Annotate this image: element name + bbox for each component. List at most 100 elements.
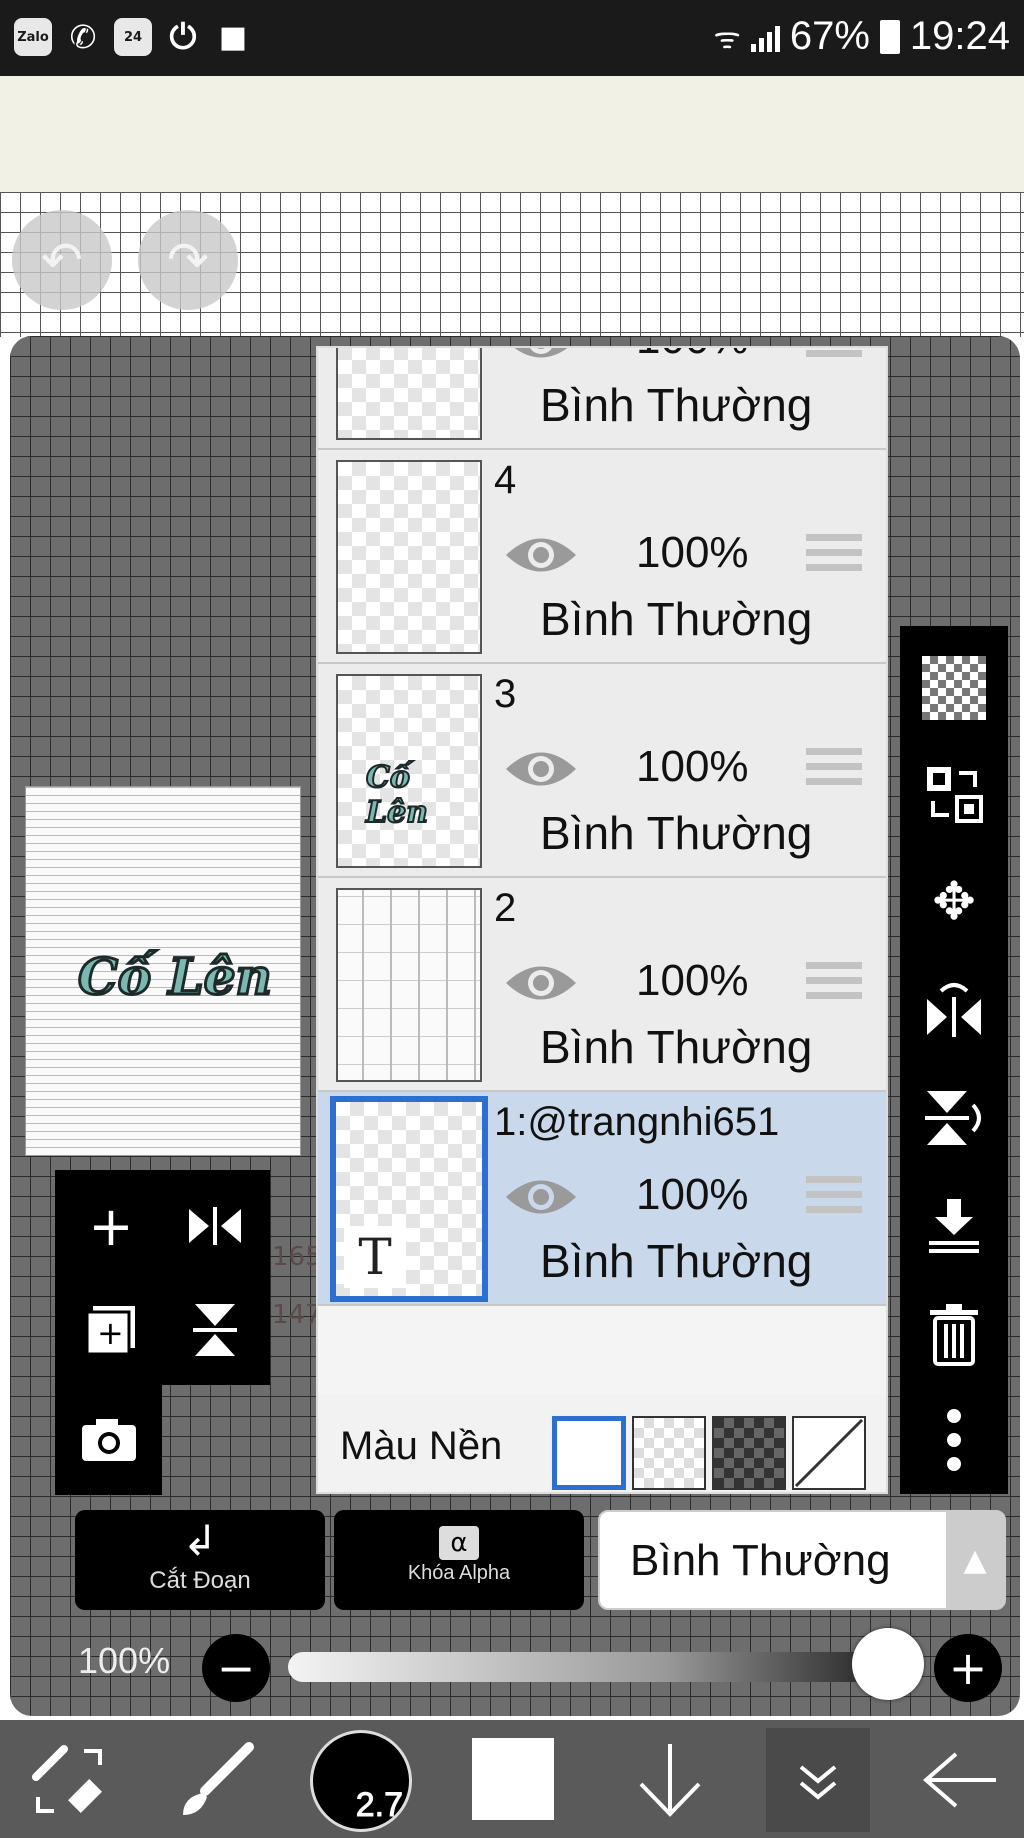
layer-thumbnail: T	[330, 1096, 488, 1302]
brush-size-button[interactable]: 2.7	[310, 1730, 412, 1832]
plus-icon: +	[948, 1641, 988, 1695]
flip-horizontal-icon	[189, 1207, 241, 1245]
more-vertical-icon	[947, 1409, 961, 1471]
lock-icon: α	[334, 1524, 584, 1560]
add-layer-button[interactable]: +	[71, 1186, 151, 1266]
layer-row[interactable]: 2 100% Bình Thường	[318, 878, 886, 1092]
flip-horizontal-button[interactable]	[175, 1186, 255, 1266]
move-button[interactable]: ✥	[914, 862, 994, 942]
camera-icon	[82, 1419, 136, 1461]
eye-icon[interactable]	[504, 1172, 578, 1222]
rotate-flip-horizontal-button[interactable]	[914, 970, 994, 1050]
opacity-value: 100%	[78, 1640, 171, 1681]
opacity-slider-row: 100% − +	[0, 1620, 1024, 1702]
double-chevron-down-icon	[799, 1765, 837, 1800]
redo-button[interactable]: ↷	[138, 210, 238, 310]
opacity-increase-button[interactable]: +	[934, 1634, 1002, 1702]
text-layer-icon: T	[344, 1226, 406, 1288]
layer-opacity: 100%	[636, 348, 749, 364]
add-image-layer-button[interactable]: +	[71, 1290, 151, 1370]
eye-icon[interactable]	[504, 530, 578, 580]
layer-blend-mode: Bình Thường	[540, 1021, 813, 1073]
trash-icon	[930, 1304, 978, 1366]
back-button[interactable]	[910, 1728, 1010, 1832]
layer-row[interactable]: Cố Lên 3 100% Bình Thường	[318, 664, 886, 878]
drag-handle-icon[interactable]	[806, 348, 862, 364]
color-picker-button[interactable]	[472, 1738, 554, 1820]
layer-thumbnail	[336, 460, 482, 654]
drag-handle-icon[interactable]	[806, 534, 862, 578]
phone-icon: ✆	[69, 18, 97, 56]
side-number: 165	[272, 1242, 322, 1272]
bg-swatch-dark-checker[interactable]	[712, 1416, 786, 1490]
blend-mode-select[interactable]: Bình Thường ▲	[598, 1510, 1006, 1610]
drag-handle-icon[interactable]	[806, 1176, 862, 1220]
preview-text: Cố Lên	[77, 946, 274, 1008]
eye-icon[interactable]	[504, 958, 578, 1008]
side-number: 147	[272, 1300, 322, 1330]
layer-tools-right: ✥	[900, 626, 1008, 1494]
layer-row[interactable]: 4 100% Bình Thường	[318, 450, 886, 664]
arrow-down-icon	[639, 1744, 701, 1817]
camera-button[interactable]	[69, 1399, 149, 1479]
swap-layer-button[interactable]	[914, 754, 994, 834]
layer-opacity: 100%	[636, 742, 749, 791]
layer-blend-mode: Bình Thường	[540, 1235, 813, 1287]
redo-icon: ↷	[167, 231, 209, 289]
swap-icon	[927, 767, 983, 823]
layer-name: 1:@trangnhi651	[494, 1100, 780, 1144]
background-color-row: Màu Nền	[318, 1394, 886, 1492]
drag-handle-icon[interactable]	[806, 748, 862, 792]
alpha-lock-button[interactable]: α Khóa Alpha	[334, 1510, 584, 1610]
layer-blend-mode: Bình Thường	[540, 379, 813, 431]
zalo-icon: Zalo	[14, 18, 52, 56]
layer-name: 3	[494, 672, 517, 716]
pen-eraser-swap-icon	[32, 1745, 102, 1813]
brush-size-value: 2.7	[355, 1786, 403, 1825]
transparency-button[interactable]	[914, 648, 994, 728]
layer-blend-mode: Bình Thường	[540, 593, 813, 645]
none-slash-icon	[794, 1418, 864, 1488]
eye-icon[interactable]	[504, 744, 578, 794]
layer-opacity: 100%	[636, 1170, 749, 1219]
top-banner	[0, 76, 1024, 192]
layer-opacity: 100%	[636, 956, 749, 1005]
opacity-slider-handle[interactable]	[852, 1628, 924, 1700]
video-icon: ■	[218, 19, 248, 55]
flip-vertical-icon	[925, 1091, 981, 1145]
layer-row-selected[interactable]: T 1:@trangnhi651 100% Bình Thường	[318, 1092, 886, 1306]
rotate-flip-vertical-button[interactable]	[914, 1078, 994, 1158]
bg-swatch-white[interactable]	[552, 1416, 626, 1490]
tool-select-button[interactable]	[14, 1728, 124, 1832]
merge-down-button[interactable]	[914, 1186, 994, 1266]
flip-horizontal-icon	[927, 983, 981, 1037]
layers-button[interactable]	[766, 1728, 870, 1832]
layer-row[interactable]: 5 100% Bình Thường	[318, 346, 886, 450]
eye-icon[interactable]	[504, 346, 578, 366]
clipping-button[interactable]: ↲ Cắt Đoạn	[75, 1510, 325, 1610]
bg-swatch-none[interactable]	[792, 1416, 866, 1490]
brush-button[interactable]	[166, 1728, 266, 1832]
undo-button[interactable]: ↶	[12, 210, 112, 310]
bg-swatch-light-checker[interactable]	[632, 1416, 706, 1490]
opacity-slider-track[interactable]	[288, 1652, 918, 1682]
svg-text:+: +	[97, 1314, 124, 1352]
opacity-decrease-button[interactable]: −	[202, 1634, 270, 1702]
flip-vertical-button[interactable]	[175, 1290, 255, 1370]
layer-down-button[interactable]	[620, 1728, 720, 1832]
clock: 19:24	[909, 14, 1010, 58]
camera-tool	[55, 1385, 162, 1495]
canvas-preview[interactable]: Cố Lên	[25, 786, 301, 1156]
layer-name: 4	[494, 458, 517, 502]
layers-list: 5 100% Bình Thường 4 100% Bình Thường Cố…	[316, 346, 888, 1494]
more-options-button[interactable]	[914, 1400, 994, 1480]
battery-percent: 67%	[789, 14, 870, 58]
layer-name: 2	[494, 886, 517, 930]
delete-layer-button[interactable]	[914, 1294, 994, 1374]
layer-tools-left: + +	[55, 1170, 270, 1385]
merge-down-icon	[929, 1199, 979, 1253]
sync-icon: ⏻	[169, 17, 197, 57]
clipping-arrow-icon: ↲	[182, 1516, 218, 1565]
arrow-left-icon	[922, 1752, 996, 1808]
drag-handle-icon[interactable]	[806, 962, 862, 1006]
